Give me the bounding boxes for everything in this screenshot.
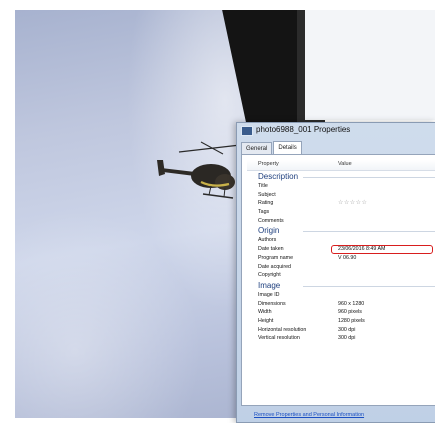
- background-panel: [305, 10, 435, 120]
- tab-details[interactable]: Details: [273, 141, 302, 155]
- property-row-copyright[interactable]: Copyright: [247, 271, 435, 280]
- property-row-authors[interactable]: Authors: [247, 236, 435, 245]
- property-name: Horizontal resolution: [258, 326, 307, 333]
- details-list[interactable]: Property Value Description Title Subject…: [247, 160, 435, 405]
- property-row-height[interactable]: Height 1280 pixels: [247, 317, 435, 326]
- property-name: Date acquired: [258, 263, 291, 270]
- property-row-vertical-resolution[interactable]: Vertical resolution 300 dpi: [247, 334, 435, 343]
- group-heading: Image: [258, 280, 281, 290]
- property-value: 960 pixels: [338, 309, 362, 316]
- dialog-title: photo6988_001 Properties: [256, 125, 351, 134]
- property-name: Tags: [258, 209, 270, 216]
- property-name: Subject: [258, 191, 276, 198]
- property-name: Dimensions: [258, 300, 286, 307]
- property-row-image-id[interactable]: Image ID: [247, 291, 435, 300]
- group-origin: Origin: [247, 225, 435, 236]
- property-name: Comments: [258, 217, 284, 224]
- property-row-horizontal-resolution[interactable]: Horizontal resolution 300 dpi: [247, 326, 435, 335]
- property-value: 1280 pixels: [338, 317, 365, 324]
- dialog-tabs: General Details: [241, 141, 303, 155]
- group-divider: [303, 231, 435, 233]
- property-name: Date taken: [258, 246, 284, 253]
- property-name: Width: [258, 309, 272, 316]
- column-header-value[interactable]: Value: [338, 161, 352, 167]
- date-taken-value: 23/06/2016 8:49 AM: [338, 246, 386, 253]
- property-row-tags[interactable]: Tags: [247, 208, 435, 217]
- property-row-date-taken[interactable]: Date taken 23/06/2016 8:49 AM: [247, 245, 435, 255]
- property-name: Authors: [258, 237, 277, 244]
- property-value: 960 x 1280: [338, 300, 365, 307]
- properties-dialog: photo6988_001 Properties General Details…: [236, 122, 435, 423]
- property-name: Height: [258, 317, 274, 324]
- property-name: Program name: [258, 254, 294, 261]
- column-header-property[interactable]: Property: [258, 161, 279, 167]
- property-row-date-acquired[interactable]: Date acquired: [247, 263, 435, 272]
- dialog-titlebar[interactable]: photo6988_001 Properties: [237, 123, 435, 137]
- property-row-comments[interactable]: Comments: [247, 217, 435, 226]
- group-heading: Description: [258, 172, 299, 181]
- photo-file-icon: [241, 126, 253, 136]
- property-row-program-name[interactable]: Program name V 06.90: [247, 254, 435, 263]
- property-value: V 06.90: [338, 254, 357, 261]
- property-value: 300 dpi: [338, 335, 356, 342]
- property-row-rating[interactable]: Rating ☆☆☆☆☆: [247, 199, 435, 208]
- property-row-width[interactable]: Width 960 pixels: [247, 308, 435, 317]
- property-name: Vertical resolution: [258, 335, 300, 342]
- group-divider: [303, 177, 435, 178]
- group-divider: [303, 285, 435, 287]
- property-name: Rating: [258, 200, 274, 207]
- group-description: Description: [247, 171, 435, 182]
- rating-stars-icon[interactable]: ☆☆☆☆☆: [338, 199, 367, 206]
- group-image: Image: [247, 280, 435, 291]
- list-header: Property Value: [247, 160, 435, 171]
- property-row-subject[interactable]: Subject: [247, 191, 435, 200]
- property-row-title[interactable]: Title: [247, 182, 435, 191]
- details-panel: Property Value Description Title Subject…: [241, 154, 435, 406]
- remove-properties-link[interactable]: Remove Properties and Personal Informati…: [254, 412, 364, 418]
- property-value: 300 dpi: [338, 326, 356, 333]
- property-name: Copyright: [258, 272, 281, 279]
- property-name: Title: [258, 183, 268, 189]
- property-name: Image ID: [258, 291, 280, 298]
- group-heading: Origin: [258, 226, 280, 236]
- property-row-dimensions[interactable]: Dimensions 960 x 1280: [247, 300, 435, 309]
